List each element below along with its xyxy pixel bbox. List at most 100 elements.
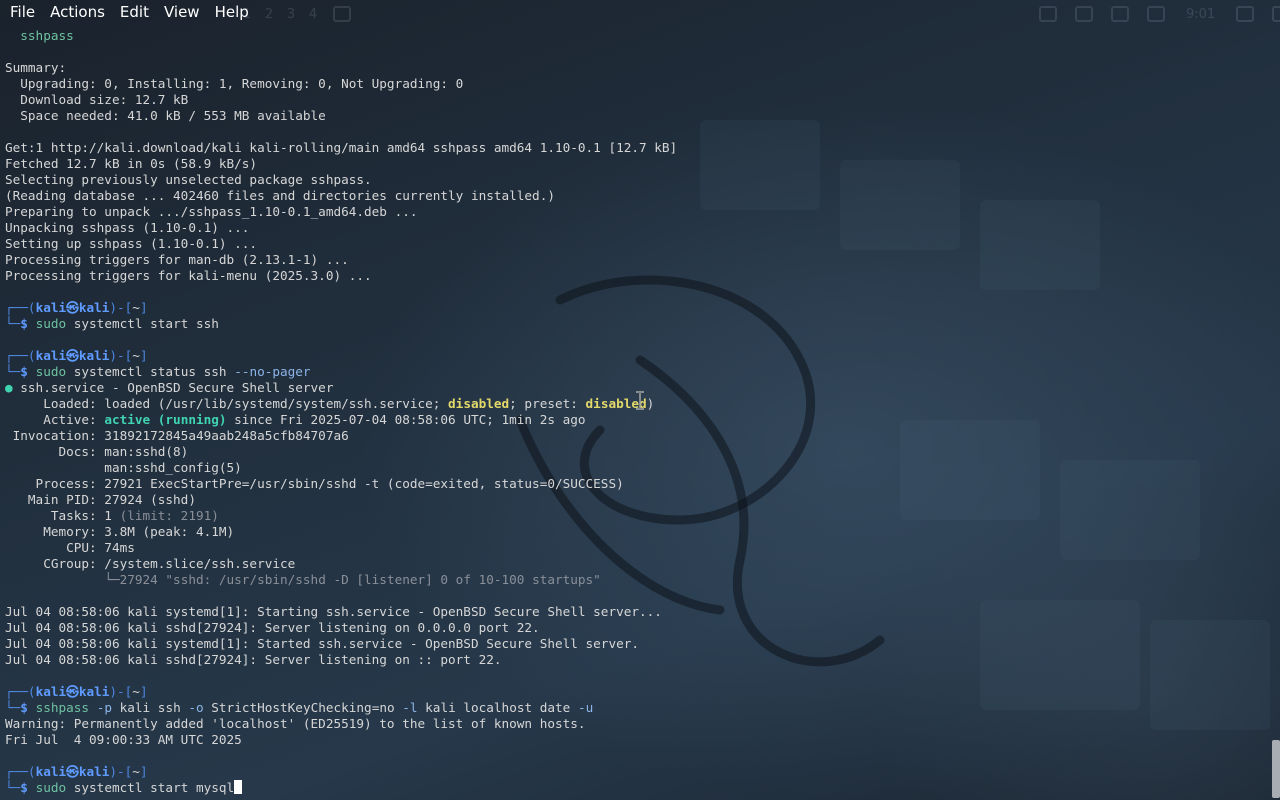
prompt-dollar: $: [20, 700, 36, 715]
command-text: -l: [402, 700, 418, 715]
prompt-user: kali: [35, 684, 67, 699]
terminal-line: Processing triggers for kali-menu (2025.…: [5, 268, 1265, 284]
command-text: sudo: [35, 316, 67, 331]
output-text: ; preset:: [509, 396, 586, 411]
command-text: [89, 700, 97, 715]
terminal-line: Jul 04 08:58:06 kali systemd[1]: Startin…: [5, 604, 1265, 620]
output-text: ●: [5, 380, 13, 395]
command-text: -o: [188, 700, 204, 715]
prompt-dir: ~: [132, 300, 140, 315]
terminal-line: Setting up sshpass (1.10-0.1) ...: [5, 236, 1265, 252]
terminal-scrollbar[interactable]: [1272, 740, 1280, 798]
terminal-line: Fri Jul 4 09:00:33 AM UTC 2025: [5, 732, 1265, 748]
prompt-frame: )-[: [109, 684, 133, 699]
output-text: Main PID: 27924 (sshd): [5, 492, 196, 507]
prompt-dir: ~: [132, 348, 140, 363]
command-text: systemctl start mysql: [66, 780, 235, 795]
text-cursor-ibeam-icon: [636, 391, 644, 410]
prompt-frame: ]: [139, 348, 148, 363]
output-text: Jul 04 08:58:06 kali systemd[1]: Startin…: [5, 604, 662, 619]
command-text: sshpass: [35, 700, 90, 715]
output-text: Loaded: loaded (/usr/lib/systemd/system/…: [5, 396, 449, 411]
menu-view[interactable]: View: [159, 3, 205, 21]
command-text: -p: [96, 700, 112, 715]
output-text: ssh.service - OpenBSD Secure Shell serve…: [12, 380, 334, 395]
terminal-line: Download size: 12.7 kB: [5, 92, 1265, 108]
terminal-line: Fetched 12.7 kB in 0s (58.9 kB/s): [5, 156, 1265, 172]
terminal-output[interactable]: sshpass Summary: Upgrading: 0, Installing…: [5, 28, 1265, 796]
output-text: Invocation: 31892172845a49aab248a5cfb847…: [5, 428, 349, 443]
prompt-dollar: $: [20, 364, 36, 379]
output-text: (Reading database ... 402460 files and d…: [5, 188, 555, 203]
prompt-frame: └─: [5, 316, 21, 331]
command-text: kali localhost date: [417, 700, 578, 715]
terminal-line: Process: 27921 ExecStartPre=/usr/sbin/ss…: [5, 476, 1265, 492]
prompt-frame: )-[: [109, 764, 133, 779]
terminal-line: man:sshd_config(5): [5, 460, 1265, 476]
output-text: (limit: 2191): [119, 508, 219, 523]
terminal-line: Get:1 http://kali.download/kali kali-rol…: [5, 140, 1265, 156]
command-line: └─$ sudo systemctl status ssh --no-pager: [5, 364, 1265, 380]
prompt-frame: )-[: [109, 348, 133, 363]
terminal-line: Jul 04 08:58:06 kali systemd[1]: Started…: [5, 636, 1265, 652]
command-text: sudo: [35, 780, 67, 795]
output-text: Active:: [5, 412, 105, 427]
output-text: Download size: 12.7 kB: [5, 92, 189, 107]
menu-help[interactable]: Help: [210, 3, 254, 21]
terminal-line: (Reading database ... 402460 files and d…: [5, 188, 1265, 204]
prompt-separator: ㉿: [66, 348, 79, 363]
output-text: sshpass: [5, 28, 74, 43]
command-text: systemctl status ssh: [66, 364, 235, 379]
terminal-line: Summary:: [5, 60, 1265, 76]
command-line: └─$ sudo systemctl start ssh: [5, 316, 1265, 332]
prompt-user: kali: [35, 348, 67, 363]
terminal-line: CPU: 74ms: [5, 540, 1265, 556]
menu-edit[interactable]: Edit: [115, 3, 154, 21]
command-text: kali ssh: [111, 700, 189, 715]
prompt-frame: ]: [139, 764, 148, 779]
output-text: Unpacking sshpass (1.10-0.1) ...: [5, 220, 250, 235]
prompt-host: kali: [78, 348, 110, 363]
terminal-line: Main PID: 27924 (sshd): [5, 492, 1265, 508]
output-text: ): [646, 396, 655, 411]
prompt-frame: ]: [139, 300, 148, 315]
command-text: StrictHostKeyChecking=no: [203, 700, 403, 715]
terminal-line: Upgrading: 0, Installing: 1, Removing: 0…: [5, 76, 1265, 92]
prompt-separator: ㉿: [66, 764, 79, 779]
terminal-line: Processing triggers for man-db (2.13.1-1…: [5, 252, 1265, 268]
prompt-host: kali: [78, 684, 110, 699]
prompt-frame: ┌──(: [5, 684, 36, 699]
output-text: Selecting previously unselected package …: [5, 172, 372, 187]
prompt-separator: ㉿: [66, 300, 79, 315]
output-text: Preparing to unpack .../sshpass_1.10-0.1…: [5, 204, 418, 219]
terminal-line: Active: active (running) since Fri 2025-…: [5, 412, 1265, 428]
prompt-frame: ]: [139, 684, 148, 699]
prompt-dollar: $: [20, 780, 36, 795]
prompt-user: kali: [35, 300, 67, 315]
prompt-line: ┌──(kali㉿kali)-[~]: [5, 684, 1265, 700]
output-text: Fetched 12.7 kB in 0s (58.9 kB/s): [5, 156, 258, 171]
terminal-cursor: [234, 780, 243, 794]
prompt-user: kali: [35, 764, 67, 779]
prompt-dir: ~: [132, 764, 140, 779]
output-text: Jul 04 08:58:06 kali sshd[27924]: Server…: [5, 620, 540, 635]
terminal-line: CGroup: /system.slice/ssh.service: [5, 556, 1265, 572]
output-text: └─27924 "sshd: /usr/sbin/sshd -D [listen…: [104, 572, 601, 587]
menu-actions[interactable]: Actions: [45, 3, 110, 21]
prompt-separator: ㉿: [66, 684, 79, 699]
output-text: Jul 04 08:58:06 kali sshd[27924]: Server…: [5, 652, 502, 667]
terminal-line: Preparing to unpack .../sshpass_1.10-0.1…: [5, 204, 1265, 220]
command-line: └─$ sudo systemctl start mysql: [5, 780, 1265, 796]
prompt-frame: └─: [5, 780, 21, 795]
menu-file[interactable]: File: [5, 3, 40, 21]
terminal-line: Space needed: 41.0 kB / 553 MB available: [5, 108, 1265, 124]
terminal-line: sshpass: [5, 28, 1265, 44]
output-text: Setting up sshpass (1.10-0.1) ...: [5, 236, 258, 251]
prompt-line: ┌──(kali㉿kali)-[~]: [5, 300, 1265, 316]
